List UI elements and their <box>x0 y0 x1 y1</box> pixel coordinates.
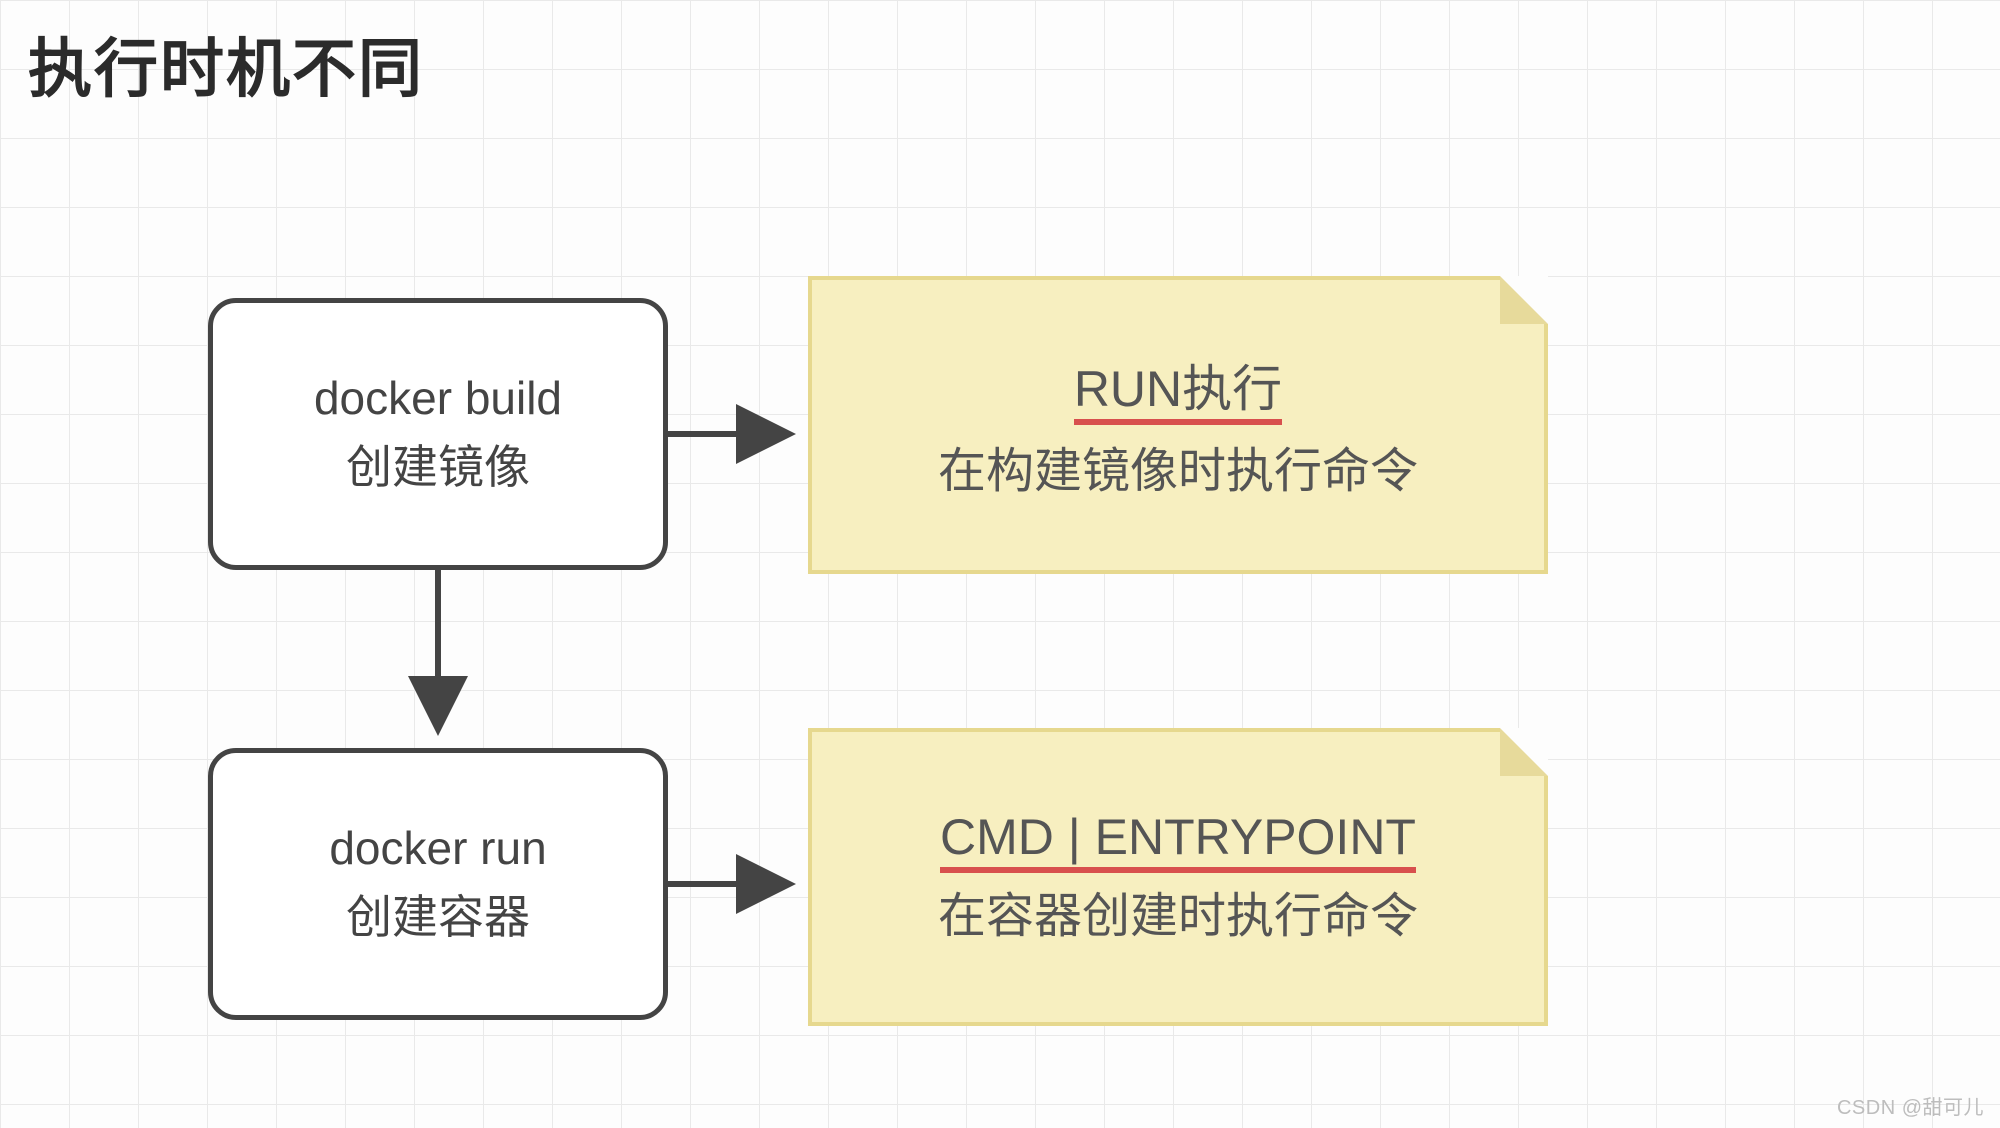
note-sub: 在构建镜像时执行命令 <box>938 431 1418 501</box>
box-docker-run: docker run 创建容器 <box>208 748 668 1020</box>
note-headline-text: RUN执行 <box>1074 361 1282 425</box>
note-headline-text: CMD | ENTRYPOINT <box>940 809 1416 873</box>
note-sub: 在容器创建时执行命令 <box>938 876 1418 946</box>
box-line1: docker build <box>314 371 562 425</box>
box-line2: 创建容器 <box>346 881 530 947</box>
box-line1: docker run <box>329 821 546 875</box>
box-line2: 创建镜像 <box>346 431 530 497</box>
note-headline: CMD | ENTRYPOINT <box>940 808 1416 866</box>
diagram-title: 执行时机不同 <box>28 18 424 110</box>
note-headline: RUN执行 <box>1074 349 1282 421</box>
note-run: RUN执行 在构建镜像时执行命令 <box>808 276 1548 574</box>
box-docker-build: docker build 创建镜像 <box>208 298 668 570</box>
note-cmd-entrypoint: CMD | ENTRYPOINT 在容器创建时执行命令 <box>808 728 1548 1026</box>
watermark: CSDN @甜可儿 <box>1837 1091 1984 1120</box>
